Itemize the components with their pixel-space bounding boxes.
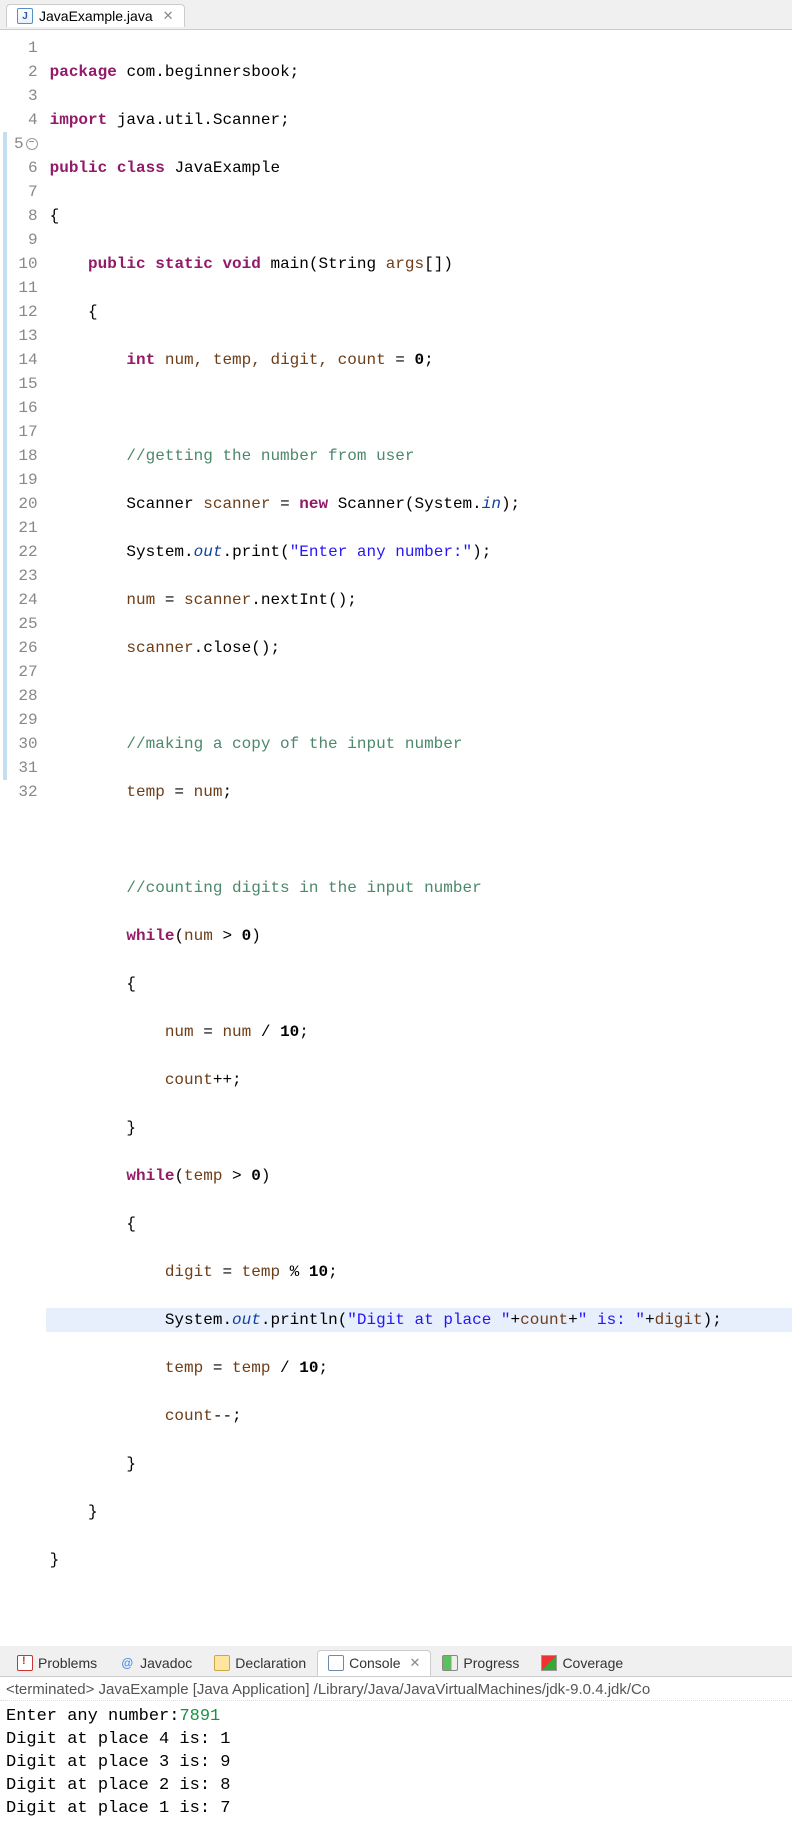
close-icon[interactable]: ✕ xyxy=(410,1655,421,1671)
problems-icon xyxy=(17,1655,33,1671)
console-line: Digit at place 2 is: 8 xyxy=(6,1776,230,1795)
bottom-view-tabs: Problems @ Javadoc Declaration Console ✕… xyxy=(0,1646,792,1677)
console-process-label: <terminated> JavaExample [Java Applicati… xyxy=(0,1677,792,1701)
java-file-icon: J xyxy=(17,8,33,24)
console-prompt: Enter any number: xyxy=(6,1707,179,1726)
coverage-icon xyxy=(541,1655,557,1671)
tab-declaration[interactable]: Declaration xyxy=(203,1650,317,1676)
highlighted-line: System.out.println("Digit at place "+cou… xyxy=(46,1308,792,1332)
editor-tab-bar: J JavaExample.java ✕ xyxy=(0,0,792,30)
declaration-icon xyxy=(214,1655,230,1671)
fold-marker-icon[interactable]: − xyxy=(26,138,38,150)
line-number-gutter: 1 2 3 4 5− 6 7 8 9 10 11 12 13 14 15 16 … xyxy=(10,30,46,1626)
console-line: Digit at place 4 is: 1 xyxy=(6,1730,230,1749)
console-icon xyxy=(328,1655,344,1671)
editor-tab[interactable]: J JavaExample.java ✕ xyxy=(6,4,185,27)
close-icon[interactable]: ✕ xyxy=(163,8,174,24)
console-line: Digit at place 3 is: 9 xyxy=(6,1753,230,1772)
code-content[interactable]: package com.beginnersbook; import java.u… xyxy=(46,30,792,1626)
progress-icon xyxy=(442,1655,458,1671)
tab-coverage[interactable]: Coverage xyxy=(530,1650,634,1676)
console-line: Digit at place 1 is: 7 xyxy=(6,1799,230,1818)
code-editor[interactable]: 1 2 3 4 5− 6 7 8 9 10 11 12 13 14 15 16 … xyxy=(0,30,792,1626)
tab-progress[interactable]: Progress xyxy=(431,1650,530,1676)
change-gutter xyxy=(0,30,10,1626)
console-output[interactable]: Enter any number:7891 Digit at place 4 i… xyxy=(0,1701,792,1832)
javadoc-icon: @ xyxy=(119,1655,135,1671)
console-user-input: 7891 xyxy=(179,1707,220,1726)
tab-javadoc[interactable]: @ Javadoc xyxy=(108,1650,203,1676)
tab-problems[interactable]: Problems xyxy=(6,1650,108,1676)
tab-filename: JavaExample.java xyxy=(39,8,153,24)
tab-console[interactable]: Console ✕ xyxy=(317,1650,431,1676)
